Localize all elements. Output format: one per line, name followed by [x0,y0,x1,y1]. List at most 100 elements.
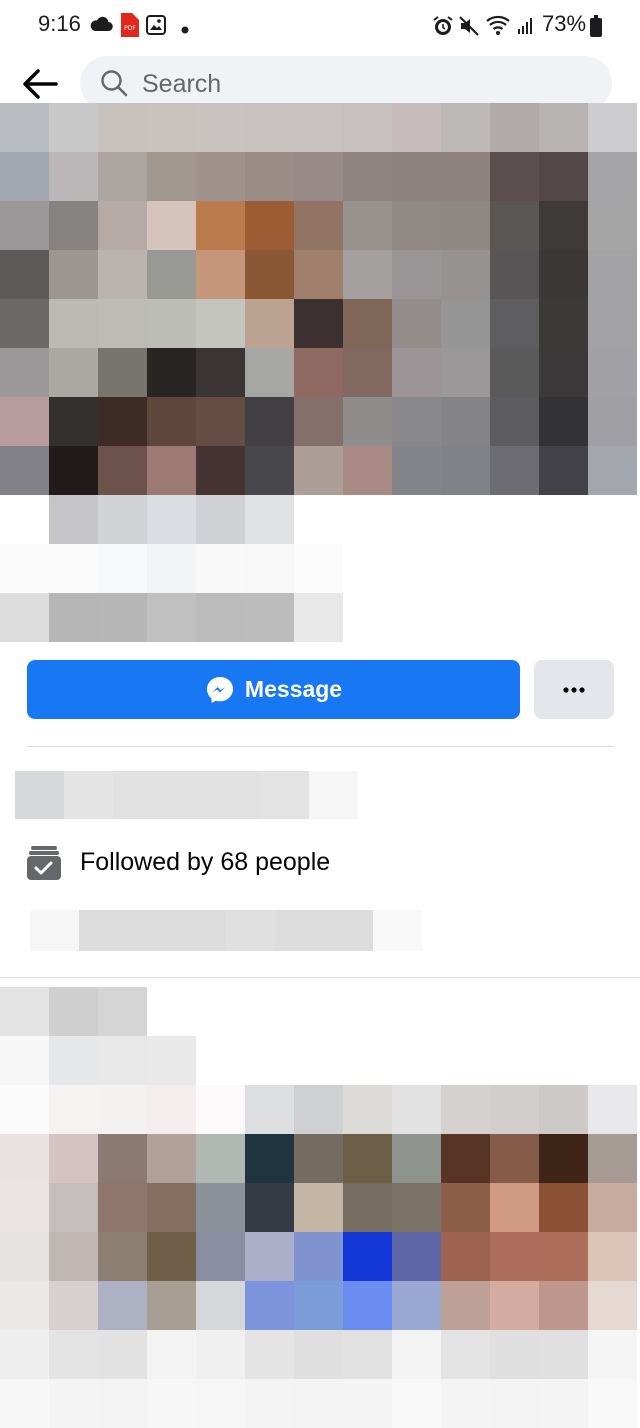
mosaic-tile [98,1036,147,1085]
mosaic-tile [79,910,128,951]
search-bar[interactable] [80,56,612,110]
mosaic-tile [490,987,539,1036]
mosaic-tile [539,201,588,250]
mosaic-tile [0,397,49,446]
mosaic-tile [196,250,245,299]
mosaic-tile [0,348,49,397]
mosaic-tile [196,1085,245,1134]
mosaic-tile [588,1379,637,1428]
mosaic-tile [441,103,490,152]
mosaic-tile [343,152,392,201]
mosaic-tile [196,1183,245,1232]
mosaic-tile [294,250,343,299]
search-input[interactable] [140,66,584,102]
mosaic-tile [245,495,294,544]
mosaic-tile [392,544,441,593]
mosaic-tile [64,771,113,819]
mosaic-tile [588,201,637,250]
mosaic-tile [147,201,196,250]
mosaic-tile [147,348,196,397]
mosaic-tile [539,1379,588,1428]
mosaic-tile [49,1330,98,1379]
mosaic-tile [147,397,196,446]
mosaic-tile [294,348,343,397]
mosaic-tile [49,1183,98,1232]
mosaic-tile [343,1232,392,1281]
mosaic-tile [196,544,245,593]
mute-icon [458,15,480,42]
mosaic-tile [539,495,588,544]
mosaic-tile [147,593,196,642]
mosaic-tile [294,397,343,446]
mosaic-tile [147,1085,196,1134]
mosaic-tile [98,1183,147,1232]
mosaic-tile [441,1232,490,1281]
messenger-icon [206,676,233,703]
message-button[interactable]: Message [27,660,520,719]
mosaic-tile [0,250,49,299]
mosaic-tile [211,771,260,819]
mosaic-tile [392,201,441,250]
mosaic-tile [0,544,49,593]
back-button[interactable] [18,62,62,106]
mosaic-tile [373,910,422,951]
mosaic-tile [0,1036,49,1085]
mosaic-tile [392,299,441,348]
mosaic-tile [490,397,539,446]
mosaic-tile [162,771,211,819]
mosaic-tile [343,250,392,299]
mosaic-tile [98,446,147,495]
mosaic-tile [49,1281,98,1330]
mosaic-tile [490,1330,539,1379]
followed-by-text: Followed by 68 people [80,848,331,876]
mosaic-tile [0,1379,49,1428]
mosaic-tile [0,1232,49,1281]
mosaic-tile [343,1036,392,1085]
mosaic-tile [588,1036,637,1085]
mosaic-tile [245,250,294,299]
mosaic-tile [343,495,392,544]
mosaic-tile [392,1134,441,1183]
mosaic-tile [392,1379,441,1428]
mosaic-tile [294,1134,343,1183]
mosaic-tile [0,446,49,495]
mosaic-tile [441,495,490,544]
mosaic-tile [343,201,392,250]
divider [27,746,614,747]
mosaic-tile [49,348,98,397]
mosaic-tile [441,1281,490,1330]
mosaic-tile [343,103,392,152]
mosaic-tile [490,1281,539,1330]
mosaic-tile [147,1232,196,1281]
mosaic-tile [0,987,49,1036]
mosaic-tile [441,544,490,593]
battery-percent: 73% [542,11,587,36]
mosaic-tile [98,987,147,1036]
mosaic-tile [49,1379,98,1428]
mosaic-tile [588,446,637,495]
mosaic-tile [245,1036,294,1085]
mosaic-tile [147,544,196,593]
gallery-icon [146,15,166,40]
mosaic-tile [588,250,637,299]
signal-icon [516,15,536,40]
mosaic-tile [128,910,177,951]
mosaic-tile [98,1379,147,1428]
more-options-button[interactable] [534,660,614,719]
mosaic-tile [0,1330,49,1379]
mosaic-tile [588,544,637,593]
mosaic-tile [294,1183,343,1232]
mosaic-tile [441,1085,490,1134]
mosaic-tile [539,987,588,1036]
mosaic-tile [196,348,245,397]
message-button-label: Message [244,676,343,702]
mosaic-tile [294,1330,343,1379]
mosaic-tile [245,544,294,593]
mosaic-tile [392,152,441,201]
mosaic-tile [588,1183,637,1232]
mosaic-tile [49,250,98,299]
mosaic-tile [343,397,392,446]
mosaic-tile [343,446,392,495]
mosaic-tile [98,1330,147,1379]
mosaic-tile [113,771,162,819]
